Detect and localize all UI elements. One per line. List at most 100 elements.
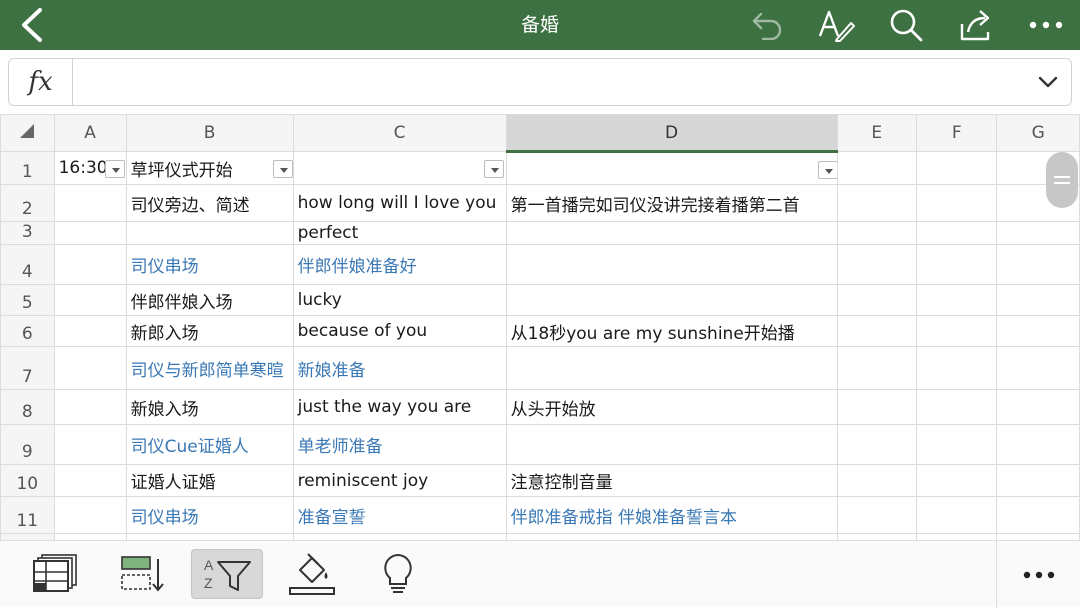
cell-d2[interactable]: 第一首播完如司仪没讲完接着播第二首 — [505, 184, 838, 222]
cell-f7[interactable] — [916, 346, 998, 390]
cell-c8[interactable]: just the way you are — [292, 389, 507, 425]
row-header[interactable]: 11 — [0, 496, 55, 534]
row-header[interactable]: 2 — [0, 184, 55, 222]
cell-a9[interactable] — [53, 424, 127, 465]
cell-d1[interactable] — [505, 151, 838, 185]
more-icon[interactable] — [1026, 5, 1066, 45]
cell-e11[interactable] — [836, 496, 918, 534]
filter-dropdown-icon[interactable] — [483, 160, 504, 178]
row-header[interactable]: 6 — [0, 315, 55, 347]
cell-e9[interactable] — [836, 424, 918, 465]
cell-e7[interactable] — [836, 346, 918, 390]
cell-g11[interactable] — [996, 496, 1080, 534]
cell-c2[interactable]: how long will I love you — [292, 184, 507, 222]
cell-f6[interactable] — [916, 315, 998, 347]
cell-f5[interactable] — [916, 284, 998, 316]
cell-f1[interactable] — [916, 151, 998, 185]
cell-d6[interactable]: 从18秒you are my sunshine开始播 — [505, 315, 838, 347]
cell-e8[interactable] — [836, 389, 918, 425]
cell-b6[interactable]: 新郎入场 — [125, 315, 294, 347]
cell-b8[interactable]: 新娘入场 — [125, 389, 294, 425]
cell-f9[interactable] — [916, 424, 998, 465]
cell-d5[interactable] — [505, 284, 838, 316]
column-header-f[interactable]: F — [916, 114, 998, 152]
cell-b2[interactable]: 司仪旁边、简述 — [125, 184, 294, 222]
cell-a6[interactable] — [53, 315, 127, 347]
cell-c1[interactable] — [292, 151, 507, 185]
cell-g3[interactable] — [996, 221, 1080, 245]
vertical-scroll-handle[interactable] — [1046, 152, 1078, 208]
cell-b7[interactable]: 司仪与新郎简单寒暄 — [125, 346, 294, 390]
select-all-corner[interactable] — [0, 114, 55, 152]
cell-a2[interactable] — [53, 184, 127, 222]
cell-a11[interactable] — [53, 496, 127, 534]
cell-f11[interactable] — [916, 496, 998, 534]
column-header-d[interactable]: D — [505, 114, 838, 153]
cell-d10[interactable]: 注意控制音量 — [505, 464, 838, 497]
row-header[interactable]: 5 — [0, 284, 55, 316]
cell-a7[interactable] — [53, 346, 127, 390]
row-header[interactable]: 10 — [0, 464, 55, 497]
cell-e10[interactable] — [836, 464, 918, 497]
cell-c9[interactable]: 单老师准备 — [292, 424, 507, 465]
filter-dropdown-icon[interactable] — [272, 160, 293, 178]
cell-f8[interactable] — [916, 389, 998, 425]
cell-e1[interactable] — [836, 151, 918, 185]
cell-e4[interactable] — [836, 244, 918, 285]
insert-row-icon[interactable] — [106, 549, 178, 599]
cell-d8[interactable]: 从头开始放 — [505, 389, 838, 425]
cell-c3[interactable]: perfect — [292, 221, 507, 245]
share-icon[interactable] — [956, 5, 996, 45]
cell-f3[interactable] — [916, 221, 998, 245]
cell-c5[interactable]: lucky — [292, 284, 507, 316]
column-header-c[interactable]: C — [292, 114, 507, 152]
column-header-g[interactable]: G — [996, 114, 1080, 152]
cell-a3[interactable] — [53, 221, 127, 245]
column-header-b[interactable]: B — [125, 114, 294, 152]
cell-d4[interactable] — [505, 244, 838, 285]
sort-filter-icon[interactable]: AZ — [191, 549, 263, 599]
column-header-e[interactable]: E — [836, 114, 918, 152]
cell-a5[interactable] — [53, 284, 127, 316]
cell-a4[interactable] — [53, 244, 127, 285]
cell-g7[interactable] — [996, 346, 1080, 390]
cell-d7[interactable] — [505, 346, 838, 390]
row-header[interactable]: 3 — [0, 221, 55, 245]
search-icon[interactable] — [886, 5, 926, 45]
cell-g10[interactable] — [996, 464, 1080, 497]
cell-f4[interactable] — [916, 244, 998, 285]
filter-dropdown-icon[interactable] — [104, 160, 125, 178]
cell-f10[interactable] — [916, 464, 998, 497]
more-icon[interactable] — [996, 541, 1080, 608]
formula-bar[interactable]: fx — [8, 58, 1072, 106]
cell-e6[interactable] — [836, 315, 918, 347]
cell-c4[interactable]: 伴郎伴娘准备好 — [292, 244, 507, 285]
cell-b5[interactable]: 伴郎伴娘入场 — [125, 284, 294, 316]
cell-b11[interactable]: 司仪串场 — [125, 496, 294, 534]
text-edit-icon[interactable] — [816, 5, 856, 45]
cell-e3[interactable] — [836, 221, 918, 245]
row-header[interactable]: 4 — [0, 244, 55, 285]
cell-d11[interactable]: 伴郎准备戒指 伴娘准备誓言本 — [505, 496, 838, 534]
cell-c11[interactable]: 准备宣誓 — [292, 496, 507, 534]
cell-a10[interactable] — [53, 464, 127, 497]
row-header[interactable]: 9 — [0, 424, 55, 465]
ideas-icon[interactable] — [362, 549, 434, 599]
cell-d9[interactable] — [505, 424, 838, 465]
cell-b3[interactable] — [125, 221, 294, 245]
cell-g6[interactable] — [996, 315, 1080, 347]
spreadsheet-grid[interactable]: A B C D E F G 1 16:30 草坪仪式开始 2 司仪旁边、简述 h… — [0, 114, 1080, 540]
cell-g8[interactable] — [996, 389, 1080, 425]
cell-b10[interactable]: 证婚人证婚 — [125, 464, 294, 497]
cell-c6[interactable]: because of you — [292, 315, 507, 347]
column-header-a[interactable]: A — [53, 114, 127, 152]
cell-f2[interactable] — [916, 184, 998, 222]
cell-b4[interactable]: 司仪串场 — [125, 244, 294, 285]
cell-c10[interactable]: reminiscent joy — [292, 464, 507, 497]
cell-e5[interactable] — [836, 284, 918, 316]
cell-b9[interactable]: 司仪Cue证婚人 — [125, 424, 294, 465]
back-icon[interactable] — [12, 5, 52, 45]
chevron-down-icon[interactable] — [1035, 69, 1061, 95]
cell-g9[interactable] — [996, 424, 1080, 465]
filter-dropdown-icon[interactable] — [817, 161, 837, 179]
